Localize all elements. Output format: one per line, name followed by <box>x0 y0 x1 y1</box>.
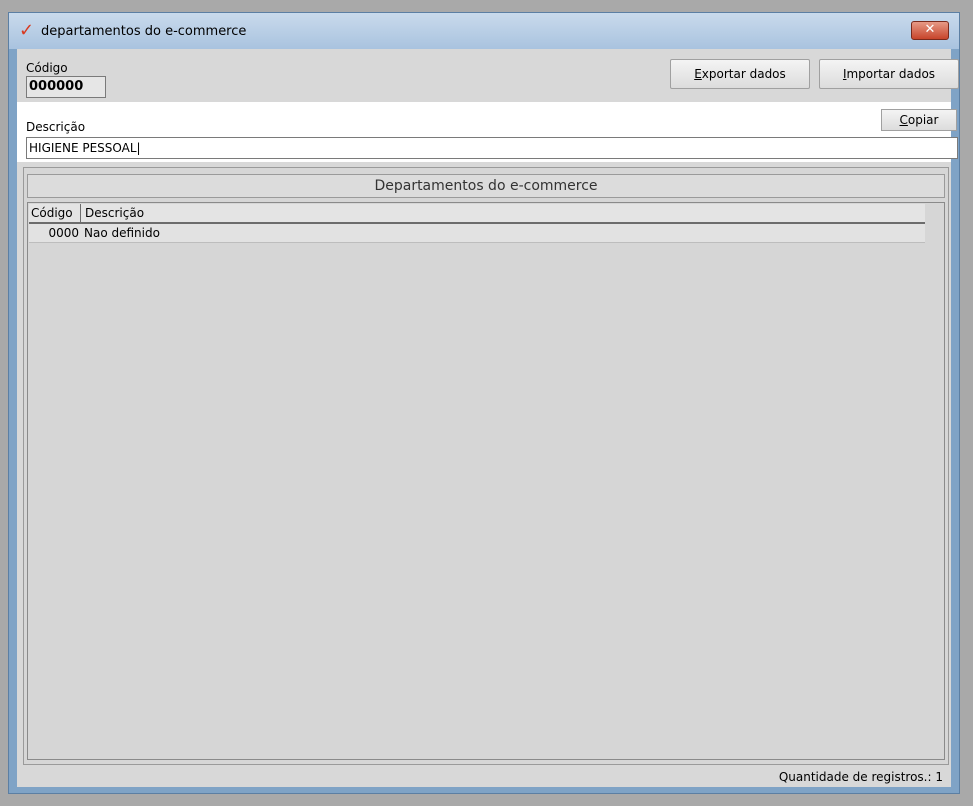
title-bar[interactable]: ✓ departamentos do e-commerce ✕ <box>9 13 959 49</box>
descricao-field[interactable]: HIGIENE PESSOAL| <box>26 137 958 159</box>
text-cursor: | <box>136 141 141 155</box>
app-window: ✓ departamentos do e-commerce ✕ Código 0… <box>8 12 960 794</box>
record-count: Quantidade de registros.: 1 <box>778 770 943 784</box>
codigo-label: Código <box>26 61 68 75</box>
column-header-descricao[interactable]: Descrição <box>82 204 925 222</box>
cell-descricao: Nao definido <box>84 226 160 240</box>
close-button[interactable]: ✕ <box>911 21 949 40</box>
close-icon: ✕ <box>924 22 936 37</box>
departments-panel: Departamentos do e-commerce Código Descr… <box>23 167 949 765</box>
importar-dados-button[interactable]: Importar dados <box>819 59 959 89</box>
column-header-codigo[interactable]: Código <box>29 204 81 222</box>
exportar-dados-button[interactable]: Exportar dados <box>670 59 810 89</box>
panel-title: Departamentos do e-commerce <box>27 174 945 198</box>
grid-header: Código Descrição <box>29 204 925 224</box>
table-row[interactable]: 0000 Nao definido <box>29 224 925 243</box>
client-area: Código 000000 Exportar dados Importar da… <box>17 49 959 787</box>
departments-grid[interactable]: Código Descrição 0000 Nao definido <box>27 202 945 760</box>
checkmark-app-icon: ✓ <box>19 20 35 41</box>
window-title: departamentos do e-commerce <box>41 24 247 39</box>
descricao-label: Descrição <box>26 120 86 134</box>
codigo-field[interactable]: 000000 <box>26 76 106 98</box>
cell-codigo: 0000 <box>48 226 79 240</box>
copiar-button[interactable]: Copiar <box>881 109 957 131</box>
